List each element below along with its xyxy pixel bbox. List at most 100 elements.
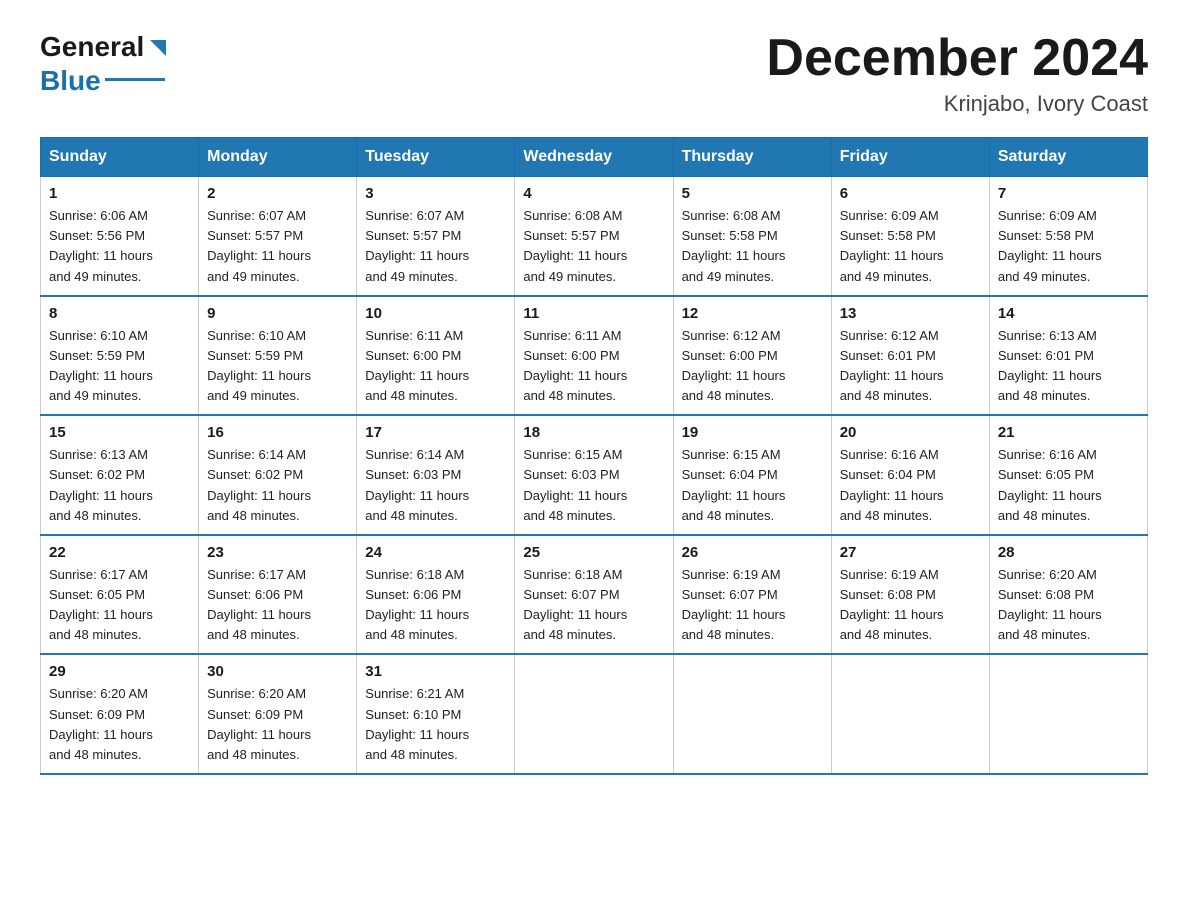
day-number: 26: [682, 544, 823, 561]
calendar-day-cell: 30 Sunrise: 6:20 AMSunset: 6:09 PMDaylig…: [199, 654, 357, 774]
day-info: Sunrise: 6:17 AMSunset: 6:06 PMDaylight:…: [207, 567, 311, 642]
day-number: 31: [365, 663, 506, 680]
day-info: Sunrise: 6:19 AMSunset: 6:07 PMDaylight:…: [682, 567, 786, 642]
day-info: Sunrise: 6:09 AMSunset: 5:58 PMDaylight:…: [998, 208, 1102, 283]
day-info: Sunrise: 6:20 AMSunset: 6:09 PMDaylight:…: [207, 686, 311, 761]
day-number: 11: [523, 305, 664, 322]
calendar-day-cell: 26 Sunrise: 6:19 AMSunset: 6:07 PMDaylig…: [673, 535, 831, 655]
day-number: 2: [207, 185, 348, 202]
calendar-week-row: 22 Sunrise: 6:17 AMSunset: 6:05 PMDaylig…: [41, 535, 1148, 655]
day-info: Sunrise: 6:18 AMSunset: 6:06 PMDaylight:…: [365, 567, 469, 642]
calendar-day-cell: 27 Sunrise: 6:19 AMSunset: 6:08 PMDaylig…: [831, 535, 989, 655]
col-wednesday: Wednesday: [515, 138, 673, 177]
col-thursday: Thursday: [673, 138, 831, 177]
day-info: Sunrise: 6:06 AMSunset: 5:56 PMDaylight:…: [49, 208, 153, 283]
calendar-day-cell: 13 Sunrise: 6:12 AMSunset: 6:01 PMDaylig…: [831, 296, 989, 416]
day-number: 15: [49, 424, 190, 441]
calendar-day-cell: [831, 654, 989, 774]
day-info: Sunrise: 6:10 AMSunset: 5:59 PMDaylight:…: [49, 328, 153, 403]
day-info: Sunrise: 6:10 AMSunset: 5:59 PMDaylight:…: [207, 328, 311, 403]
calendar-day-cell: 18 Sunrise: 6:15 AMSunset: 6:03 PMDaylig…: [515, 415, 673, 535]
day-info: Sunrise: 6:11 AMSunset: 6:00 PMDaylight:…: [365, 328, 469, 403]
day-info: Sunrise: 6:14 AMSunset: 6:02 PMDaylight:…: [207, 447, 311, 522]
calendar-day-cell: 1 Sunrise: 6:06 AMSunset: 5:56 PMDayligh…: [41, 177, 199, 296]
day-info: Sunrise: 6:18 AMSunset: 6:07 PMDaylight:…: [523, 567, 627, 642]
day-info: Sunrise: 6:13 AMSunset: 6:01 PMDaylight:…: [998, 328, 1102, 403]
calendar-week-row: 29 Sunrise: 6:20 AMSunset: 6:09 PMDaylig…: [41, 654, 1148, 774]
page-header: General Blue December 2024 Krinjabo, Ivo…: [40, 30, 1148, 117]
logo: General Blue: [40, 30, 168, 97]
day-number: 4: [523, 185, 664, 202]
day-number: 18: [523, 424, 664, 441]
calendar-week-row: 15 Sunrise: 6:13 AMSunset: 6:02 PMDaylig…: [41, 415, 1148, 535]
calendar-day-cell: 2 Sunrise: 6:07 AMSunset: 5:57 PMDayligh…: [199, 177, 357, 296]
day-info: Sunrise: 6:17 AMSunset: 6:05 PMDaylight:…: [49, 567, 153, 642]
calendar-day-cell: [515, 654, 673, 774]
day-number: 10: [365, 305, 506, 322]
day-number: 6: [840, 185, 981, 202]
calendar-day-cell: 9 Sunrise: 6:10 AMSunset: 5:59 PMDayligh…: [199, 296, 357, 416]
day-number: 8: [49, 305, 190, 322]
day-number: 29: [49, 663, 190, 680]
day-info: Sunrise: 6:15 AMSunset: 6:04 PMDaylight:…: [682, 447, 786, 522]
day-info: Sunrise: 6:20 AMSunset: 6:09 PMDaylight:…: [49, 686, 153, 761]
day-number: 23: [207, 544, 348, 561]
day-number: 20: [840, 424, 981, 441]
calendar-day-cell: 23 Sunrise: 6:17 AMSunset: 6:06 PMDaylig…: [199, 535, 357, 655]
day-info: Sunrise: 6:19 AMSunset: 6:08 PMDaylight:…: [840, 567, 944, 642]
day-info: Sunrise: 6:16 AMSunset: 6:04 PMDaylight:…: [840, 447, 944, 522]
col-tuesday: Tuesday: [357, 138, 515, 177]
day-number: 25: [523, 544, 664, 561]
day-number: 14: [998, 305, 1139, 322]
day-number: 3: [365, 185, 506, 202]
day-info: Sunrise: 6:16 AMSunset: 6:05 PMDaylight:…: [998, 447, 1102, 522]
day-info: Sunrise: 6:14 AMSunset: 6:03 PMDaylight:…: [365, 447, 469, 522]
day-info: Sunrise: 6:09 AMSunset: 5:58 PMDaylight:…: [840, 208, 944, 283]
calendar-day-cell: 31 Sunrise: 6:21 AMSunset: 6:10 PMDaylig…: [357, 654, 515, 774]
day-info: Sunrise: 6:08 AMSunset: 5:58 PMDaylight:…: [682, 208, 786, 283]
day-number: 13: [840, 305, 981, 322]
calendar-day-cell: 10 Sunrise: 6:11 AMSunset: 6:00 PMDaylig…: [357, 296, 515, 416]
day-number: 5: [682, 185, 823, 202]
logo-general-text: General: [40, 30, 144, 64]
calendar-day-cell: 12 Sunrise: 6:12 AMSunset: 6:00 PMDaylig…: [673, 296, 831, 416]
day-number: 30: [207, 663, 348, 680]
calendar-day-cell: 21 Sunrise: 6:16 AMSunset: 6:05 PMDaylig…: [989, 415, 1147, 535]
col-sunday: Sunday: [41, 138, 199, 177]
calendar-day-cell: 6 Sunrise: 6:09 AMSunset: 5:58 PMDayligh…: [831, 177, 989, 296]
day-number: 19: [682, 424, 823, 441]
logo-triangle-icon: [146, 37, 168, 59]
day-info: Sunrise: 6:08 AMSunset: 5:57 PMDaylight:…: [523, 208, 627, 283]
calendar-day-cell: 11 Sunrise: 6:11 AMSunset: 6:00 PMDaylig…: [515, 296, 673, 416]
calendar-day-cell: 14 Sunrise: 6:13 AMSunset: 6:01 PMDaylig…: [989, 296, 1147, 416]
day-info: Sunrise: 6:07 AMSunset: 5:57 PMDaylight:…: [365, 208, 469, 283]
day-info: Sunrise: 6:12 AMSunset: 6:01 PMDaylight:…: [840, 328, 944, 403]
day-number: 27: [840, 544, 981, 561]
calendar-table: Sunday Monday Tuesday Wednesday Thursday…: [40, 137, 1148, 775]
day-number: 12: [682, 305, 823, 322]
calendar-day-cell: 22 Sunrise: 6:17 AMSunset: 6:05 PMDaylig…: [41, 535, 199, 655]
day-info: Sunrise: 6:15 AMSunset: 6:03 PMDaylight:…: [523, 447, 627, 522]
col-monday: Monday: [199, 138, 357, 177]
day-info: Sunrise: 6:07 AMSunset: 5:57 PMDaylight:…: [207, 208, 311, 283]
calendar-day-cell: [673, 654, 831, 774]
month-title: December 2024: [766, 30, 1148, 87]
calendar-day-cell: 19 Sunrise: 6:15 AMSunset: 6:04 PMDaylig…: [673, 415, 831, 535]
calendar-week-row: 8 Sunrise: 6:10 AMSunset: 5:59 PMDayligh…: [41, 296, 1148, 416]
location-subtitle: Krinjabo, Ivory Coast: [766, 91, 1148, 117]
day-number: 7: [998, 185, 1139, 202]
day-number: 21: [998, 424, 1139, 441]
day-info: Sunrise: 6:20 AMSunset: 6:08 PMDaylight:…: [998, 567, 1102, 642]
calendar-day-cell: 7 Sunrise: 6:09 AMSunset: 5:58 PMDayligh…: [989, 177, 1147, 296]
calendar-day-cell: 20 Sunrise: 6:16 AMSunset: 6:04 PMDaylig…: [831, 415, 989, 535]
header-row: Sunday Monday Tuesday Wednesday Thursday…: [41, 138, 1148, 177]
day-info: Sunrise: 6:21 AMSunset: 6:10 PMDaylight:…: [365, 686, 469, 761]
calendar-week-row: 1 Sunrise: 6:06 AMSunset: 5:56 PMDayligh…: [41, 177, 1148, 296]
col-saturday: Saturday: [989, 138, 1147, 177]
calendar-day-cell: 24 Sunrise: 6:18 AMSunset: 6:06 PMDaylig…: [357, 535, 515, 655]
day-info: Sunrise: 6:11 AMSunset: 6:00 PMDaylight:…: [523, 328, 627, 403]
calendar-day-cell: 15 Sunrise: 6:13 AMSunset: 6:02 PMDaylig…: [41, 415, 199, 535]
day-number: 17: [365, 424, 506, 441]
calendar-day-cell: 3 Sunrise: 6:07 AMSunset: 5:57 PMDayligh…: [357, 177, 515, 296]
calendar-day-cell: 5 Sunrise: 6:08 AMSunset: 5:58 PMDayligh…: [673, 177, 831, 296]
